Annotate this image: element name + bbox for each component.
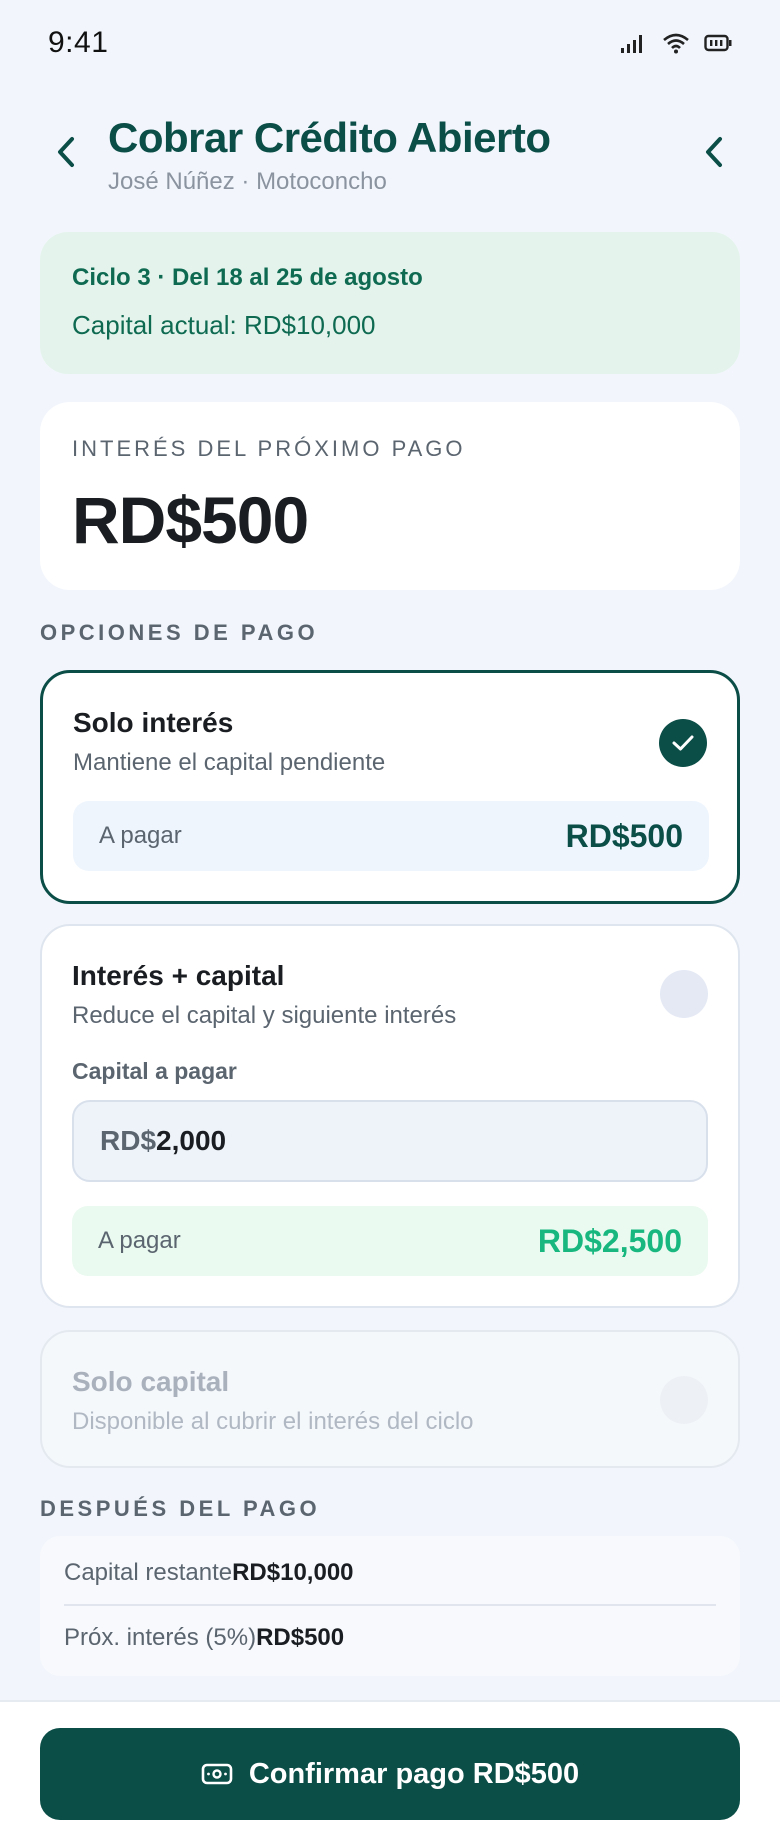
option-radio[interactable] xyxy=(660,970,708,1018)
after-payment-card: Capital restante RD$10,000 Próx. interés … xyxy=(40,1536,740,1676)
next-interest-row-label: Próx. interés (5%) xyxy=(64,1624,257,1651)
capital-to-pay-label: Capital a pagar xyxy=(72,1058,237,1084)
currency-prefix: RD$ xyxy=(100,1125,157,1156)
cycle-card: Ciclo 3 · Del 18 al 25 de agosto Capital… xyxy=(40,232,740,374)
option-description: Reduce el capital y siguiente interés xyxy=(72,1002,457,1029)
option-radio-checked[interactable] xyxy=(659,719,707,767)
option-description: Mantiene el capital pendiente xyxy=(73,749,386,776)
next-interest-row: Próx. interés (5%) RD$500 xyxy=(64,1606,716,1670)
confirm-payment-button[interactable]: Confirmar pago RD$500 xyxy=(40,1728,740,1820)
remaining-capital-row: Capital restante RD$10,000 xyxy=(64,1542,716,1606)
bottom-action-bar: Confirmar pago RD$500 xyxy=(0,1700,780,1848)
after-payment-title: DESPUÉS DEL PAGO xyxy=(40,1496,321,1521)
back-button[interactable] xyxy=(48,132,84,172)
option-title: Solo interés xyxy=(73,707,234,738)
status-icons xyxy=(620,32,732,54)
option-solo-capital: Solo capital Disponible al cubrir el int… xyxy=(40,1330,740,1468)
cycle-capital: Capital actual: RD$10,000 xyxy=(72,310,376,340)
wifi-icon xyxy=(662,32,690,54)
header: Cobrar Crédito Abierto José Núñez · Moto… xyxy=(40,110,740,200)
amount-to-pay-label: A pagar xyxy=(98,1227,181,1254)
status-bar: 9:41 xyxy=(0,0,780,86)
amount-to-pay-value: RD$500 xyxy=(565,817,683,854)
secondary-back-button[interactable] xyxy=(696,132,732,172)
option-title: Interés + capital xyxy=(72,960,285,991)
next-interest-card: INTERÉS DEL PRÓXIMO PAGO RD$500 xyxy=(40,402,740,590)
next-interest-amount: RD$500 xyxy=(72,483,309,557)
page-title: Cobrar Crédito Abierto xyxy=(108,114,551,161)
option-solo-interes[interactable]: Solo interés Mantiene el capital pendien… xyxy=(40,670,740,904)
chevron-left-icon xyxy=(706,137,722,167)
amount-to-pay-value: RD$2,500 xyxy=(537,1222,682,1259)
chevron-left-icon xyxy=(58,137,74,167)
confirm-payment-label: Confirmar pago RD$500 xyxy=(248,1757,580,1790)
signal-icon xyxy=(620,32,648,54)
remaining-capital-label: Capital restante xyxy=(64,1559,233,1586)
cash-icon xyxy=(201,1763,233,1785)
capital-amount-input[interactable]: RD$ 2,000 xyxy=(72,1100,708,1182)
cycle-title: Ciclo 3 · Del 18 al 25 de agosto xyxy=(72,264,423,291)
amount-to-pay-label: A pagar xyxy=(99,822,182,849)
option-title: Solo capital xyxy=(72,1366,230,1397)
option-interes-capital[interactable]: Interés + capital Reduce el capital y si… xyxy=(40,924,740,1308)
amount-to-pay-row: A pagar RD$2,500 xyxy=(72,1206,708,1276)
next-interest-label: INTERÉS DEL PRÓXIMO PAGO xyxy=(72,436,466,461)
remaining-capital-value: RD$10,000 xyxy=(232,1559,354,1586)
payment-options-title: OPCIONES DE PAGO xyxy=(40,620,319,645)
battery-icon xyxy=(704,32,732,54)
page-subtitle: José Núñez · Motoconcho xyxy=(108,168,387,195)
check-icon xyxy=(672,735,694,751)
option-description: Disponible al cubrir el interés del cicl… xyxy=(72,1408,474,1435)
option-radio-disabled xyxy=(660,1376,708,1424)
next-interest-row-value: RD$500 xyxy=(256,1624,345,1651)
capital-amount-value: 2,000 xyxy=(156,1125,227,1156)
amount-to-pay-row: A pagar RD$500 xyxy=(73,801,709,871)
status-time: 9:41 xyxy=(48,26,109,59)
